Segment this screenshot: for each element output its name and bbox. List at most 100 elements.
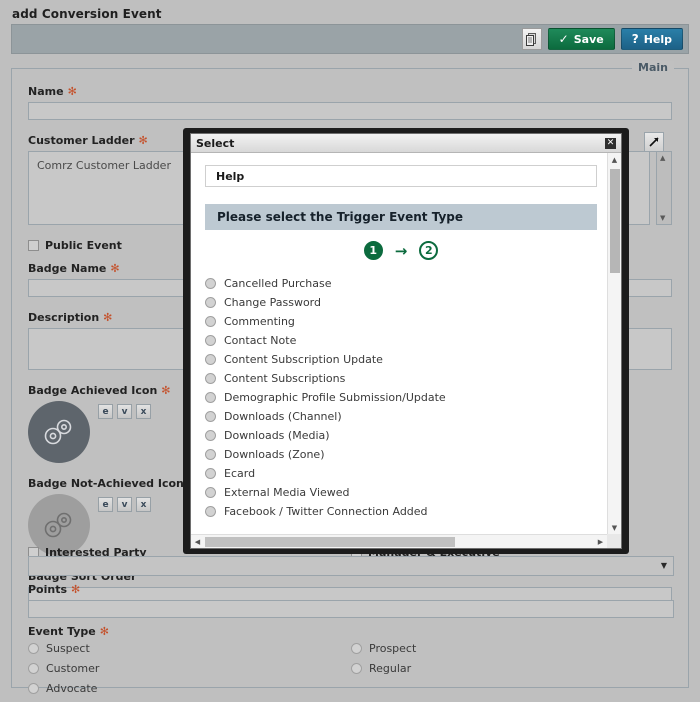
- field-points: Points ✻: [28, 583, 674, 618]
- customer-ladder-scrollbar[interactable]: ▲ ▼: [656, 151, 672, 225]
- trigger-event-option-list: Cancelled Purchase Change Password Comme…: [205, 274, 597, 521]
- label-name-text: Name: [28, 85, 64, 98]
- list-item[interactable]: Downloads (Media): [205, 426, 597, 445]
- modal-horizontal-scrollbar[interactable]: ◀ ▶: [191, 534, 607, 548]
- radio-icon[interactable]: [28, 643, 39, 654]
- event-type-option-regular[interactable]: Regular: [351, 662, 674, 675]
- step-2[interactable]: 2: [419, 241, 439, 260]
- help-button[interactable]: ? Help: [620, 28, 683, 50]
- list-item[interactable]: Cancelled Purchase: [205, 274, 597, 293]
- edit-icon[interactable]: e: [98, 497, 113, 512]
- horizontal-scroll-thumb[interactable]: [205, 537, 455, 547]
- event-type-option-advocate[interactable]: Advocate: [28, 682, 351, 695]
- radio-icon[interactable]: [205, 506, 216, 517]
- list-item[interactable]: Content Subscriptions: [205, 369, 597, 388]
- field-name: Name ✻: [28, 85, 672, 120]
- chevron-down-icon: ▼: [660, 561, 667, 570]
- scroll-down-icon[interactable]: ▼: [660, 214, 665, 222]
- close-icon[interactable]: ✕: [605, 137, 616, 149]
- required-asterisk: ✻: [67, 85, 77, 98]
- radio-icon[interactable]: [205, 278, 216, 289]
- view-icon[interactable]: v: [117, 497, 132, 512]
- event-type-option-suspect[interactable]: Suspect: [28, 642, 351, 655]
- page-title: add Conversion Event: [12, 7, 162, 21]
- copy-icon-glyph: [526, 32, 537, 46]
- modal-title: Select: [196, 136, 235, 150]
- radio-icon[interactable]: [205, 487, 216, 498]
- list-item[interactable]: External Media Viewed: [205, 483, 597, 502]
- check-icon: ✓: [558, 32, 569, 46]
- radio-icon[interactable]: [28, 683, 39, 694]
- radio-icon[interactable]: [205, 449, 216, 460]
- scroll-down-icon[interactable]: ▼: [608, 521, 621, 534]
- option-label: Content Subscriptions: [224, 372, 346, 385]
- required-asterisk: ✻: [99, 625, 109, 638]
- list-item[interactable]: Ecard: [205, 464, 597, 483]
- edit-icon[interactable]: e: [98, 404, 113, 419]
- radio-icon[interactable]: [205, 297, 216, 308]
- gears-icon: [44, 512, 72, 538]
- option-label: Downloads (Zone): [224, 448, 325, 461]
- list-item[interactable]: Downloads (Channel): [205, 407, 597, 426]
- save-button[interactable]: ✓ Save: [547, 28, 615, 50]
- required-asterisk: ✻: [138, 134, 148, 147]
- scroll-up-icon[interactable]: ▲: [608, 153, 621, 166]
- question-icon: ?: [631, 32, 639, 46]
- scroll-right-icon[interactable]: ▶: [594, 538, 607, 546]
- gears-icon: [44, 419, 72, 445]
- scroll-left-icon[interactable]: ◀: [191, 538, 204, 546]
- list-item[interactable]: Facebook / Twitter Connection Added: [205, 502, 597, 521]
- radio-icon[interactable]: [205, 335, 216, 346]
- option-label: Change Password: [224, 296, 321, 309]
- modal-prompt: Please select the Trigger Event Type: [217, 210, 463, 224]
- arrow-right-icon: →: [394, 241, 408, 260]
- save-button-label: Save: [573, 32, 604, 46]
- modal-help-box[interactable]: Help: [205, 165, 597, 187]
- delete-icon[interactable]: x: [136, 404, 151, 419]
- required-asterisk: ✻: [161, 384, 171, 397]
- modal-title-bar[interactable]: Select ✕: [191, 134, 621, 153]
- badge-achieved-preview[interactable]: [28, 401, 90, 463]
- radio-icon[interactable]: [205, 392, 216, 403]
- radio-icon[interactable]: [205, 411, 216, 422]
- public-event-checkbox[interactable]: [28, 240, 39, 251]
- radio-icon[interactable]: [28, 663, 39, 674]
- delete-icon[interactable]: x: [136, 497, 151, 512]
- trigger-event-select[interactable]: ▼: [28, 556, 674, 576]
- field-event-type: Event Type ✻ Suspect Customer Advocate P…: [28, 625, 674, 702]
- list-item[interactable]: Commenting: [205, 312, 597, 331]
- radio-icon[interactable]: [351, 663, 362, 674]
- points-input[interactable]: [28, 600, 674, 618]
- scrollbar-corner: [607, 534, 621, 548]
- modal-vertical-scrollbar[interactable]: ▲ ▼: [607, 153, 621, 534]
- radio-icon[interactable]: [205, 468, 216, 479]
- list-item[interactable]: Content Subscription Update: [205, 350, 597, 369]
- radio-icon[interactable]: [205, 373, 216, 384]
- list-item[interactable]: Change Password: [205, 293, 597, 312]
- event-type-option-customer[interactable]: Customer: [28, 662, 351, 675]
- vertical-scroll-thumb[interactable]: [610, 169, 620, 273]
- list-item[interactable]: Downloads (Zone): [205, 445, 597, 464]
- expand-button[interactable]: [644, 132, 664, 152]
- label-badge-not-achieved-icon-text: Badge Not-Achieved Icon: [28, 477, 184, 490]
- list-item[interactable]: Contact Note: [205, 331, 597, 350]
- radio-icon[interactable]: [351, 643, 362, 654]
- field-trigger-event-select: ▼: [28, 556, 674, 576]
- copy-icon[interactable]: [521, 28, 542, 50]
- modal-prompt-band: Please select the Trigger Event Type: [205, 204, 597, 230]
- step-1[interactable]: 1: [363, 241, 383, 260]
- scroll-up-icon[interactable]: ▲: [660, 154, 665, 162]
- event-type-option-prospect[interactable]: Prospect: [351, 642, 674, 655]
- label-event-type-text: Event Type: [28, 625, 96, 638]
- required-asterisk: ✻: [71, 583, 81, 596]
- radio-icon[interactable]: [205, 316, 216, 327]
- badge-not-achieved-actions: e v x: [98, 494, 151, 512]
- radio-icon[interactable]: [205, 354, 216, 365]
- required-asterisk: ✻: [103, 311, 113, 324]
- event-type-label: Suspect: [46, 642, 90, 655]
- event-type-column-2: Prospect Regular: [351, 642, 674, 702]
- radio-icon[interactable]: [205, 430, 216, 441]
- name-input[interactable]: [28, 102, 672, 120]
- view-icon[interactable]: v: [117, 404, 132, 419]
- list-item[interactable]: Demographic Profile Submission/Update: [205, 388, 597, 407]
